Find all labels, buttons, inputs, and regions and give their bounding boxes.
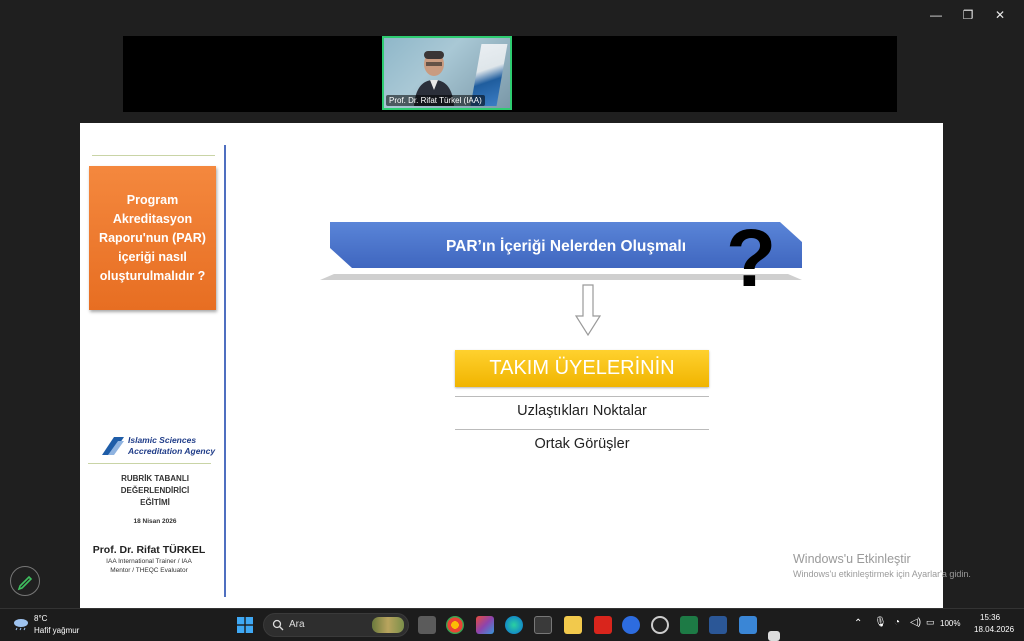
rain-cloud-icon: [14, 619, 28, 631]
down-arrow-icon: [575, 284, 601, 336]
activation-watermark-text: Windows'u etkinleştirmek için Ayarlar'a …: [793, 569, 971, 579]
participant-name-label: Prof. Dr. Rifat Türkel (IAA): [386, 95, 485, 106]
battery-icon[interactable]: ▭: [926, 617, 935, 628]
media-player-icon[interactable]: [651, 616, 669, 634]
training-title: RUBRİK TABANLI DEĞERLENDİRİCİ EĞİTİMİ: [100, 473, 210, 509]
task-view-icon[interactable]: [418, 616, 436, 634]
chrome-icon[interactable]: [446, 616, 464, 634]
restore-button[interactable]: ❐: [952, 6, 984, 24]
outlook-icon[interactable]: [709, 616, 727, 634]
activation-watermark-title: Windows'u Etkinleştir: [793, 552, 911, 566]
list-item: Ortak Görüşler: [534, 436, 630, 452]
file-explorer-icon[interactable]: [564, 616, 582, 634]
iaa-logo: Islamic Sciences Accreditation Agency: [100, 433, 216, 459]
wifi-icon[interactable]: ◔: [894, 617, 900, 628]
banner-title: PAR’ın İçeriği Nelerden Oluşmalı: [446, 238, 686, 255]
acrobat-icon[interactable]: [594, 616, 612, 634]
training-title-line: RUBRİK TABANLI: [121, 474, 189, 483]
clock-time[interactable]: 15:36: [980, 613, 1000, 622]
search-icon: [272, 619, 284, 631]
windows-start-icon[interactable]: [237, 617, 253, 633]
sidebar-divider: [88, 463, 211, 464]
volume-icon[interactable]: ◁): [910, 617, 921, 628]
presenter-role-line: IAA International Trainer / IAA: [106, 558, 192, 565]
pen-icon: [17, 575, 33, 591]
training-date: 18 Nisan 2026: [133, 518, 177, 525]
list-divider: [455, 396, 709, 397]
minimize-button[interactable]: —: [920, 6, 952, 24]
clock-date[interactable]: 18.04.2026: [974, 625, 1014, 634]
search-placeholder: Ara: [289, 619, 305, 630]
taskbar-search-box[interactable]: Ara: [263, 613, 409, 637]
list-divider: [455, 429, 709, 430]
team-members-box: TAKIM ÜYELERİNİN: [455, 350, 709, 387]
list-item: Uzlaştıkları Noktalar: [517, 403, 647, 419]
app-icon[interactable]: [739, 616, 757, 634]
sidebar-vertical-divider: [224, 145, 226, 597]
close-button[interactable]: ✕: [984, 6, 1016, 24]
iaa-logo-icon: [102, 437, 124, 455]
annotate-button[interactable]: [10, 566, 40, 596]
training-title-line: EĞİTİMİ: [140, 498, 170, 507]
sidebar-top-divider: [92, 155, 215, 156]
edge-icon[interactable]: [505, 616, 523, 634]
battery-percent: 100%: [940, 619, 961, 628]
slide-topic-text: Program Akreditasyon Raporu'nun (PAR) iç…: [99, 192, 206, 283]
question-mark: ?: [726, 213, 777, 304]
presenter-role-line: Mentor / THEQC Evaluator: [110, 567, 188, 574]
participant-video-tile[interactable]: Prof. Dr. Rifat Türkel (IAA): [382, 36, 512, 110]
logo-text-line2: Accreditation Agency: [128, 446, 216, 456]
microphone-icon[interactable]: 🎙: [874, 617, 887, 628]
search-highlight-image: [372, 617, 404, 633]
weather-temperature: 8°C: [34, 614, 48, 623]
slide-topic-box: Program Akreditasyon Raporu'nun (PAR) iç…: [89, 166, 216, 310]
weather-description: Hafif yağmur: [34, 626, 80, 635]
taskbar: 8°C Hafif yağmur Ara ⌃ 🎙 ◔ ◁) ▭ 100% 15:…: [0, 608, 1024, 641]
training-title-line: DEĞERLENDİRİCİ: [120, 486, 190, 495]
store-icon[interactable]: [534, 616, 552, 634]
excel-icon[interactable]: [680, 616, 698, 634]
chevron-up-icon[interactable]: ⌃: [854, 618, 862, 629]
logo-text-line1: Islamic Sciences: [128, 435, 197, 445]
weather-widget[interactable]: 8°C Hafif yağmur: [8, 613, 98, 639]
zoom-icon[interactable]: [622, 616, 640, 634]
copilot-icon[interactable]: [476, 616, 494, 634]
presenter-name: Prof. Dr. Rifat TÜRKEL: [92, 544, 206, 556]
window-controls: — ❐ ✕: [920, 6, 1016, 24]
presenter-roles: IAA International Trainer / IAA Mentor /…: [90, 557, 208, 575]
